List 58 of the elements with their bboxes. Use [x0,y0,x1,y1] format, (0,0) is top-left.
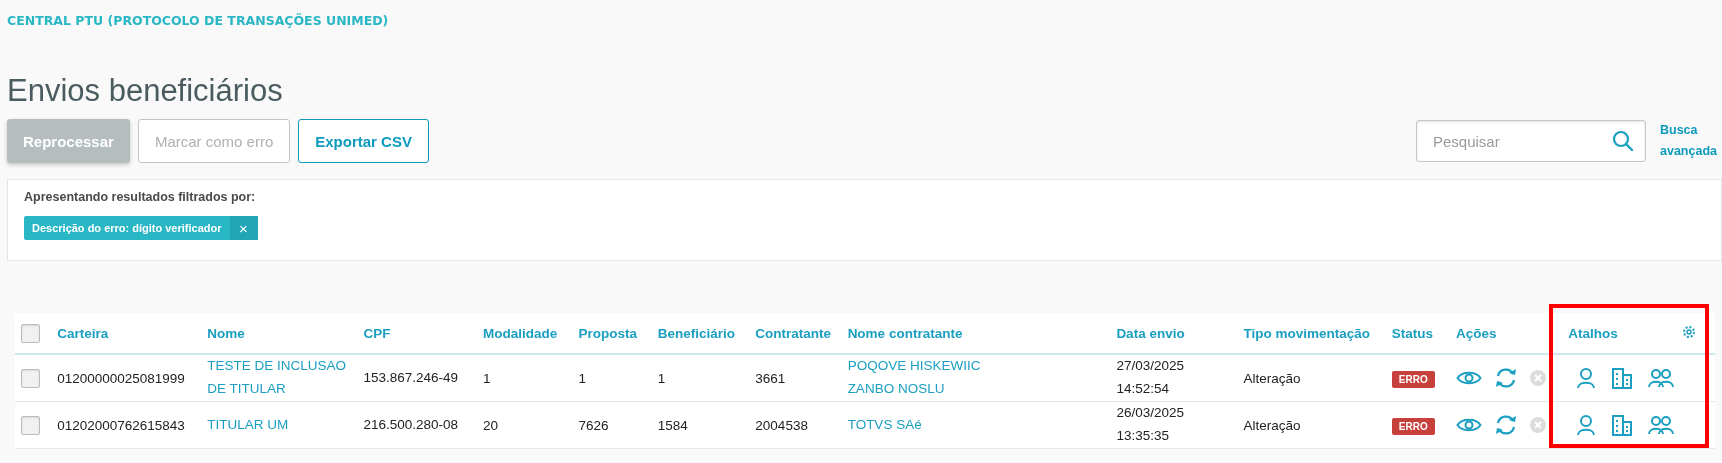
column-header[interactable]: Ações [1456,325,1497,341]
table-cell: 20 [483,417,499,433]
remove-filter-button[interactable]: × [229,216,258,241]
table-cell-text: 216.500.280-08 [363,415,459,434]
column-header[interactable]: Status [1391,325,1434,341]
table-cell: Alteração [1243,417,1301,433]
column-header[interactable]: Nome contratante [847,325,963,341]
column-header[interactable]: Data envio [1116,325,1185,341]
contractor-link[interactable]: TOTVS SAé [847,413,922,437]
table-cell: 7626 [578,417,609,433]
cancel-icon [1530,370,1547,387]
table-cell: 1 [657,370,666,386]
table-cell: 3661 [755,370,786,386]
table-cell: 1 [483,370,491,386]
person-icon[interactable] [1576,414,1597,437]
page-title: Envios beneficiários [7,72,283,110]
select-all-checkbox[interactable] [21,323,40,343]
table-cell: 1 [578,370,586,386]
advanced-search-link[interactable]: Busca avançada [1660,119,1722,163]
table-cell: 1584 [657,417,688,433]
refresh-icon[interactable] [1494,414,1519,437]
search-icon [1612,130,1634,153]
building-icon[interactable] [1612,367,1633,390]
breadcrumb: CENTRAL PTU (PROTOCOLO DE TRANSAÇÕES UNIMED) [7,12,389,28]
table-cell: 01200000025081999 [57,370,185,386]
cancel-icon [1530,417,1547,434]
status-badge: ERRO [1391,417,1435,435]
search-field[interactable]: Pesquisar [1416,120,1646,163]
people-icon[interactable] [1648,368,1675,389]
status-badge: ERRO [1391,370,1435,388]
filter-text: Descrição do erro: dígito verificador [31,222,223,235]
column-header[interactable]: Beneficiário [657,325,736,341]
contractor-link[interactable]: POQOVE HISKEWIIC ZANBO NOSLU [847,355,998,402]
column-header[interactable]: Tipo movimentação [1243,325,1371,341]
row-checkbox[interactable] [21,368,40,388]
table-cell: 01202000762615843 [57,417,185,433]
refresh-icon[interactable] [1494,367,1519,390]
name-link[interactable]: TITULAR UM [207,413,289,437]
table-cell: 2004538 [755,417,808,433]
table-cell-text: 26/03/2025 13:35:35 [1116,404,1185,446]
person-icon[interactable] [1576,367,1597,390]
column-header[interactable]: Atalhos [1568,325,1618,341]
action-button[interactable]: Exportar CSV [298,119,429,164]
row-checkbox[interactable] [21,415,40,435]
column-header[interactable]: Carteira [57,325,109,341]
column-header[interactable]: Modalidade [483,325,558,341]
column-header[interactable]: Proposta [578,325,637,341]
people-icon[interactable] [1648,415,1675,436]
table-cell: Alteração [1243,370,1301,386]
column-header[interactable]: Nome [207,325,245,341]
name-link[interactable]: TESTE DE INCLUSAO DE TITULAR [207,355,356,402]
table-cell-text: 153.867.246-49 [363,368,459,387]
settings-icon[interactable] [1682,324,1697,339]
table-cell-text: 27/03/2025 14:52:54 [1116,357,1185,399]
building-icon[interactable] [1612,414,1633,437]
filter-label: Apresentando resultados filtrados por: [24,190,256,205]
column-header[interactable]: CPF [363,325,391,341]
column-header[interactable]: Contratante [755,325,832,341]
